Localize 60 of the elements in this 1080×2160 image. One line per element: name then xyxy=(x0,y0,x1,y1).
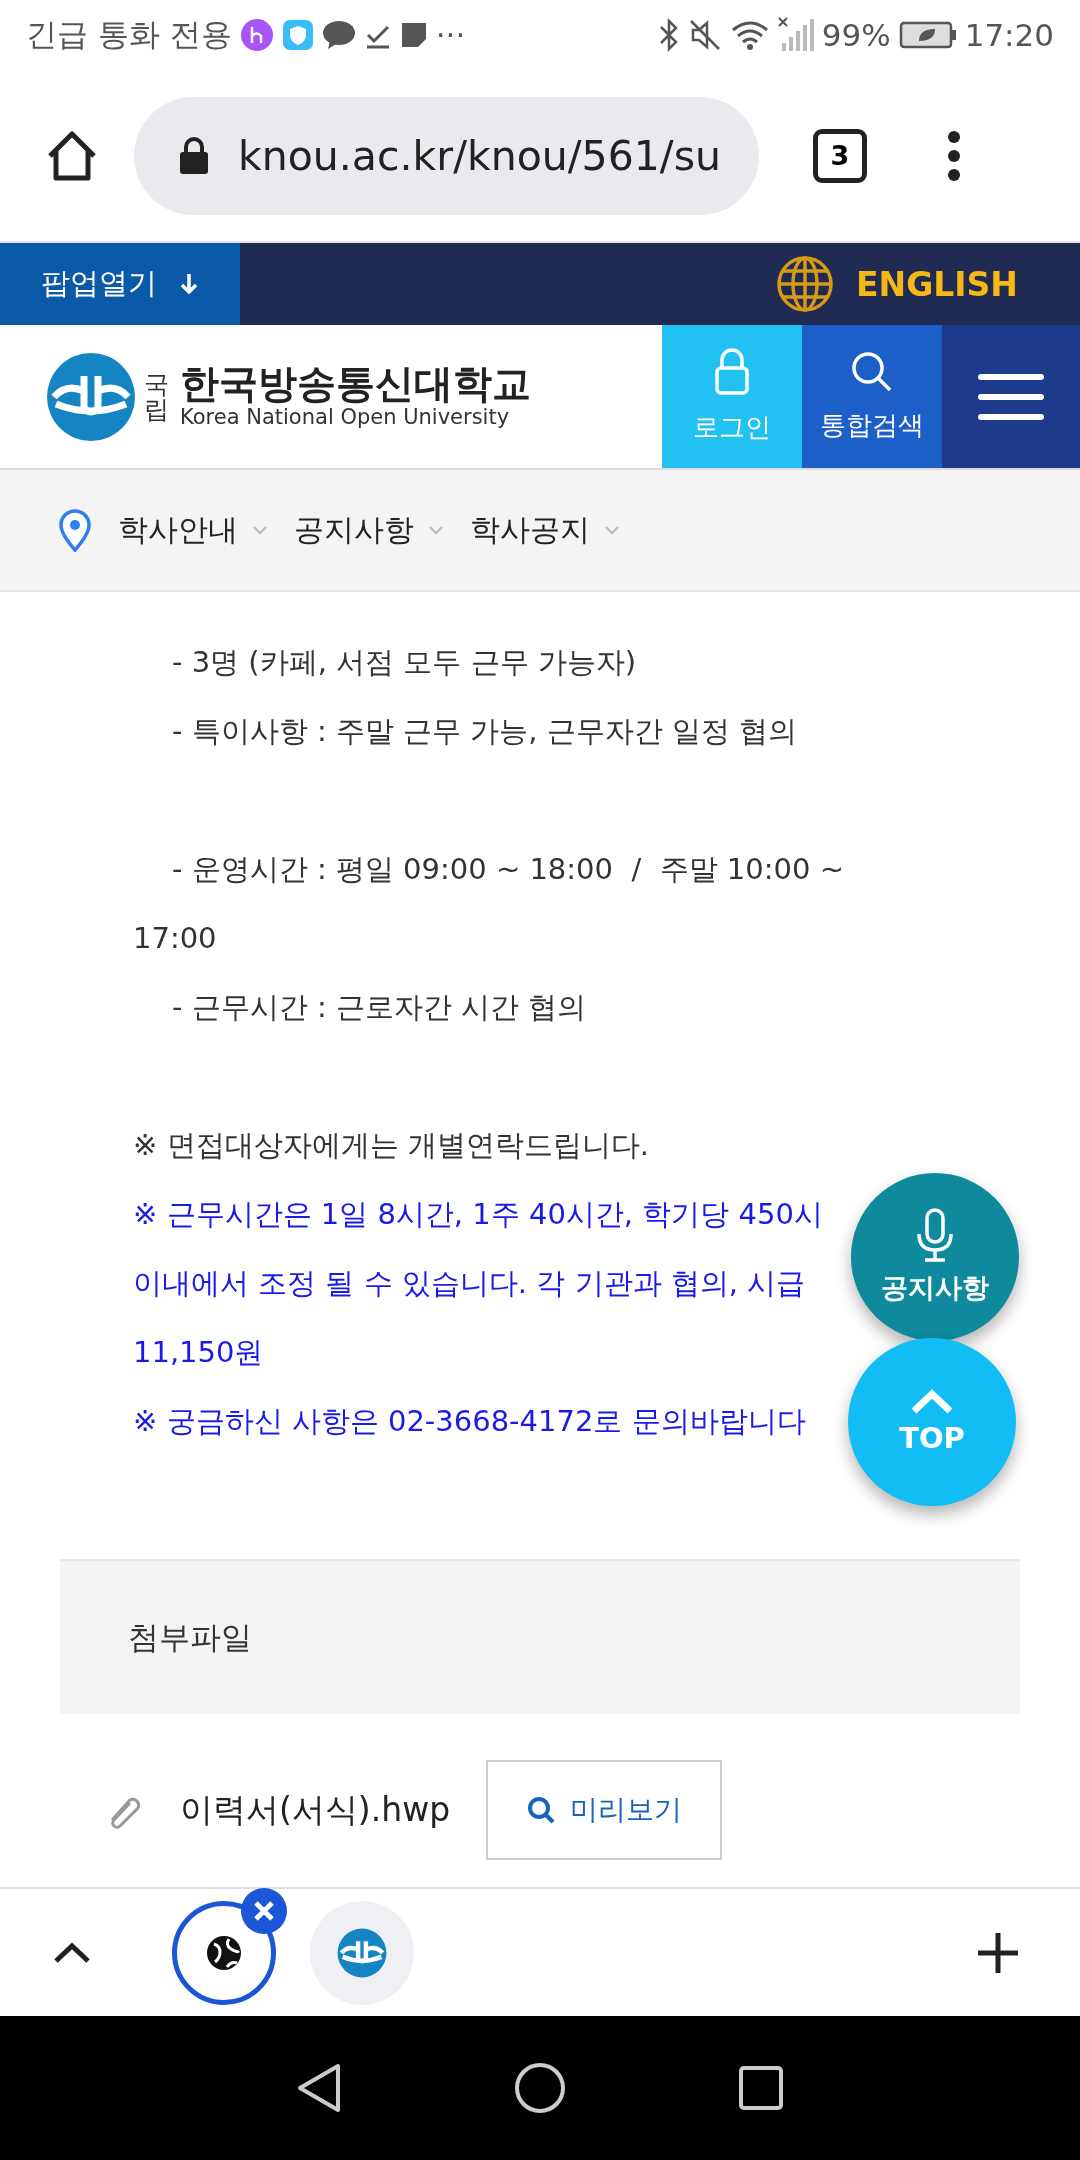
breadcrumb-item[interactable]: 학사공지 xyxy=(470,509,590,551)
recents-icon[interactable] xyxy=(738,2065,784,2111)
breadcrumb-item[interactable]: 공지사항 xyxy=(294,509,414,551)
battery-icon xyxy=(898,21,957,49)
arrow-down-icon xyxy=(179,272,199,296)
signal-icon xyxy=(777,17,814,53)
wifi-icon xyxy=(729,18,770,52)
breadcrumb-item[interactable]: 학사안내 xyxy=(118,509,238,551)
status-text: 긴급 통화 전용 xyxy=(26,15,232,54)
body-text: ※ 궁금하신 사항은 02-3668-4172로 문의바랍니다 xyxy=(133,1403,806,1440)
tab-switcher-button[interactable]: 3 xyxy=(813,128,867,183)
body-text: 17:00 xyxy=(133,920,217,957)
notice-button[interactable]: 공지사항 xyxy=(851,1173,1019,1341)
search-icon xyxy=(526,1795,557,1825)
file-name[interactable]: 이력서(서식).hwp xyxy=(180,1787,451,1833)
shield-icon xyxy=(281,19,314,51)
chat-icon xyxy=(321,19,356,51)
address-bar[interactable]: knou.ac.kr/knou/561/su xyxy=(134,96,759,215)
body-text: 11,150원 xyxy=(133,1334,264,1371)
attachments-title: 첨부파일 xyxy=(128,1617,252,1657)
english-link[interactable]: ENGLISH xyxy=(856,264,1018,304)
search-icon xyxy=(850,350,894,394)
clock: 17:20 xyxy=(964,17,1054,53)
close-icon[interactable] xyxy=(240,1886,288,1935)
location-pin-icon xyxy=(58,508,92,552)
body-text: - 근무시간 : 근로자간 시간 협의 xyxy=(171,989,587,1026)
popup-open-button[interactable]: 팝업열기 xyxy=(0,243,240,325)
search-button[interactable]: 통합검색 xyxy=(802,325,942,468)
url-text: knou.ac.kr/knou/561/su xyxy=(238,131,721,180)
bluetooth-icon xyxy=(657,18,680,52)
chevron-up-icon[interactable] xyxy=(52,1940,92,1965)
more-notifications: ··· xyxy=(435,17,466,53)
mute-icon xyxy=(687,18,722,52)
body-text: - 운영시간 : 평일 09:00 ~ 18:00 / 주말 10:00 ~ xyxy=(171,851,844,888)
home-icon[interactable] xyxy=(514,2062,566,2114)
university-logo-icon xyxy=(337,1927,387,1978)
lock-icon xyxy=(178,136,210,175)
battery-percent: 99% xyxy=(821,17,891,53)
globe-icon xyxy=(205,1933,243,1972)
microphone-icon xyxy=(915,1208,955,1264)
preview-button[interactable]: 미리보기 xyxy=(486,1760,723,1860)
logo-name: 한국방송통신대학교 xyxy=(180,364,531,405)
body-text: - 3명 (카페, 서점 모두 근무 가능자) xyxy=(171,644,637,681)
globe-icon xyxy=(776,255,835,313)
note-icon xyxy=(399,21,428,49)
menu-icon[interactable] xyxy=(947,129,961,182)
plus-icon[interactable] xyxy=(976,1930,1020,1975)
menu-icon xyxy=(978,371,1044,422)
body-text: - 특이사항 : 주말 근무 가능, 근무자간 일정 협의 xyxy=(171,713,798,750)
menu-button[interactable] xyxy=(942,325,1080,468)
logo-national-text: 국립 xyxy=(144,371,170,422)
back-icon[interactable] xyxy=(296,2062,342,2114)
body-text: ※ 면접대상자에게는 개별연락드립니다. xyxy=(133,1127,649,1164)
app-badge-icon xyxy=(239,18,274,52)
logo-english-name: Korea National Open University xyxy=(180,404,511,429)
university-logo-icon xyxy=(46,351,136,442)
chevron-up-icon xyxy=(910,1389,954,1415)
body-text: 이내에서 조정 될 수 있습니다. 각 기관과 협의, 시급 xyxy=(133,1265,806,1302)
lock-icon xyxy=(712,348,752,396)
body-text: ※ 근무시간은 1일 8시간, 1주 40시간, 학기당 450시 xyxy=(133,1196,823,1233)
